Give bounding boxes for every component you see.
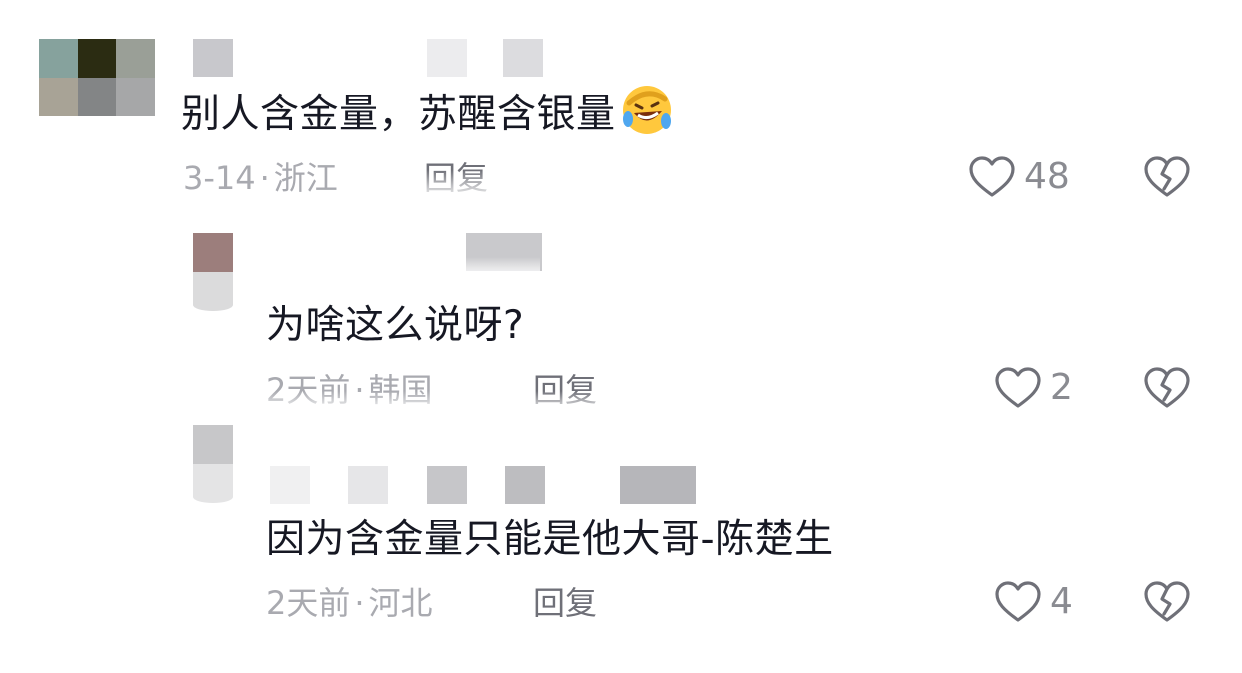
heart-outline-icon [995,581,1041,622]
comment-date: 3-14 [183,159,256,197]
like-button[interactable]: 4 [994,577,1073,627]
comment-meta: 2天前 · 韩国 [266,370,433,410]
comment-meta: 3-14 · 浙江 [183,158,338,198]
rofl-emoji [622,86,671,134]
avatar[interactable] [39,39,155,116]
comment-item: 别人含金量，苏醒含银量 3-14 · 浙江 回复 48 [0,0,1242,215]
username-censored[interactable] [270,233,545,271]
broken-heart-icon[interactable] [1143,155,1191,199]
meta-separator: · [354,371,365,409]
meta-separator: · [354,584,365,622]
reply-item: 因为含金量只能是他大哥-陈楚生 2天前 · 河北 回复 4 [0,425,1242,673]
comment-text: 因为含金量只能是他大哥-陈楚生 [266,517,834,562]
broken-heart-icon[interactable] [1143,580,1191,624]
comment-date: 2天前 [266,371,351,409]
heart-outline-icon [995,367,1041,408]
username-censored[interactable] [193,39,553,77]
avatar[interactable] [193,425,233,503]
comment-date: 2天前 [266,584,351,622]
comment-text: 别人含金量，苏醒含银量 [181,83,674,141]
comment-location: 河北 [368,584,433,622]
reply-button[interactable]: 回复 [533,370,597,410]
username-censored[interactable] [270,466,700,504]
reply-item: 为啥这么说呀? 2天前 · 韩国 回复 2 [0,215,1242,425]
like-button[interactable]: 2 [994,363,1073,413]
reply-button[interactable]: 回复 [533,583,597,623]
like-count: 4 [1050,581,1073,622]
avatar[interactable] [193,233,233,311]
comment-meta: 2天前 · 河北 [266,583,433,623]
like-count: 48 [1024,156,1070,197]
broken-heart-icon[interactable] [1143,366,1191,410]
like-count: 2 [1050,367,1073,408]
comment-location: 浙江 [273,159,338,197]
heart-outline-icon [969,156,1015,197]
comment-location: 韩国 [368,371,433,409]
meta-separator: · [259,159,270,197]
like-button[interactable]: 48 [968,152,1070,202]
reply-button[interactable]: 回复 [424,158,488,198]
comment-text: 为啥这么说呀? [266,303,525,348]
